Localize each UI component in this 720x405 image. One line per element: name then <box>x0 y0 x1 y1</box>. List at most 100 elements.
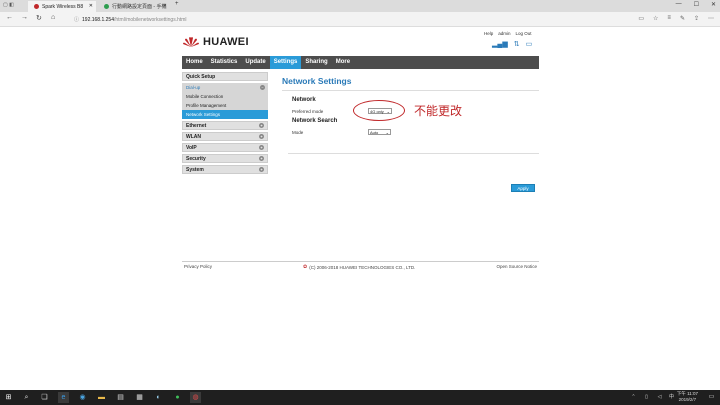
expand-icon[interactable]: + <box>259 167 264 172</box>
sidebar-label: Ethernet <box>186 123 207 129</box>
edge-browser-icon[interactable]: e <box>58 392 69 403</box>
logout-link[interactable]: Log Out <box>516 31 532 36</box>
menu-settings[interactable]: Settings <box>269 56 302 69</box>
tray-chevron-icon[interactable]: ⌃ <box>628 392 639 403</box>
window-controls: — ☐ ✕ <box>676 1 716 8</box>
expand-icon[interactable]: + <box>259 134 264 139</box>
router-page: HUAWEI Help admin Log Out ▂▄▆ ⇅ ▭ Home S… <box>0 27 720 390</box>
collapse-icon[interactable]: − <box>260 85 265 90</box>
settings-sidebar: Quick Setup Dial-up − Mobile Connection P… <box>182 72 268 176</box>
network-icon[interactable]: ▯ <box>641 392 652 403</box>
brand-name: HUAWEI <box>203 36 249 48</box>
forward-icon[interactable]: → <box>21 14 28 21</box>
favorites-list-icon[interactable]: ≡ <box>667 15 671 22</box>
chevron-down-icon: ⌄ <box>385 130 389 135</box>
huawei-flower-icon <box>183 37 199 47</box>
clock[interactable]: 下午 11:07 2019/2/7 <box>677 391 698 403</box>
select-value: Auto <box>370 130 379 135</box>
huawei-favicon-icon <box>34 4 39 9</box>
site-favicon-icon <box>104 4 109 9</box>
user-link[interactable]: admin <box>498 31 510 36</box>
menu-sharing[interactable]: Sharing <box>301 56 331 69</box>
sidebar-security[interactable]: Security + <box>182 154 268 163</box>
volume-icon[interactable]: ◁ <box>654 392 665 403</box>
sidebar-ethernet[interactable]: Ethernet + <box>182 121 268 130</box>
url-field[interactable]: ⓘ 192.168.1.254/html/mobilenetworksettin… <box>74 15 614 24</box>
menu-update[interactable]: Update <box>241 56 269 69</box>
tab-tools-icons[interactable]: ▢ ◧ <box>3 2 14 8</box>
page-title: Network Settings <box>282 76 352 86</box>
sidebar-dialup[interactable]: Dial-up − <box>182 83 268 92</box>
sidebar-label: WLAN <box>186 134 201 140</box>
signal-icon: ▂▄▆ <box>492 41 508 48</box>
huawei-small-logo-icon: ✿ <box>303 264 308 270</box>
tab-label: Spark Wireless B8 <box>42 3 84 10</box>
address-bar: ← → ↻ ⌂ ⓘ 192.168.1.254/html/mobilenetwo… <box>0 12 720 27</box>
status-icons: ▂▄▆ ⇅ ▭ <box>492 40 532 48</box>
sidebar-item-mobile-connection[interactable]: Mobile Connection <box>182 92 268 101</box>
apply-button[interactable]: Apply <box>511 184 535 192</box>
copyright-text: (C) 2006-2018 HUAWEI TECHNOLOGIES CO., L… <box>309 264 416 270</box>
help-link[interactable]: Help <box>484 31 493 36</box>
home-icon[interactable]: ⌂ <box>51 14 55 21</box>
sidebar-label: System <box>186 167 204 173</box>
minimize-icon[interactable]: — <box>676 1 682 8</box>
url-host: 192.168.1.254 <box>82 16 114 23</box>
app-icon[interactable]: ▤ <box>115 392 126 403</box>
expand-icon[interactable]: + <box>259 123 264 128</box>
search-icon[interactable]: ⌕ <box>21 392 32 403</box>
app-icon[interactable]: ▦ <box>134 392 145 403</box>
pen-icon[interactable]: ✎ <box>680 15 685 22</box>
refresh-icon[interactable]: ↻ <box>36 14 42 22</box>
notification-icon[interactable]: ▭ <box>706 392 717 403</box>
annotation-circle <box>353 100 405 121</box>
close-tab-icon[interactable]: ✕ <box>89 3 93 9</box>
new-tab-button[interactable]: + <box>175 1 179 7</box>
copyright: ✿ (C) 2006-2018 HUAWEI TECHNOLOGIES CO.,… <box>303 264 415 270</box>
privacy-policy-link[interactable]: Privacy Policy <box>184 264 212 269</box>
annotation-text: 不能更改 <box>414 104 463 118</box>
task-view-icon[interactable]: ❏ <box>39 392 50 403</box>
open-source-notice-link[interactable]: Open Source Notice <box>496 264 537 269</box>
sidebar-label: VoIP <box>186 145 197 151</box>
mode-select[interactable]: Auto ⌄ <box>368 129 391 135</box>
close-window-icon[interactable]: ✕ <box>711 1 716 8</box>
page-footer: Privacy Policy ✿ (C) 2006-2018 HUAWEI TE… <box>182 261 539 270</box>
close-tab-icon[interactable]: ✕ <box>163 3 167 9</box>
app-icon[interactable]: ◍ <box>190 392 201 403</box>
share-icon[interactable]: ⇪ <box>694 15 699 22</box>
favorite-star-icon[interactable]: ☆ <box>653 15 658 22</box>
sidebar-quick-setup[interactable]: Quick Setup <box>182 72 268 81</box>
app-icon[interactable]: ◉ <box>77 392 88 403</box>
expand-icon[interactable]: + <box>259 156 264 161</box>
reading-view-icon[interactable]: ▭ <box>638 15 644 22</box>
huawei-logo: HUAWEI <box>182 36 249 48</box>
network-settings-panel: Network Settings Network Preferred mode … <box>282 72 539 192</box>
maximize-icon[interactable]: ☐ <box>694 1 699 8</box>
browser-tab-guide[interactable]: 行動網路設定頁面 - 手機 ✕ <box>98 1 170 12</box>
menu-more[interactable]: More <box>332 56 354 69</box>
line-app-icon[interactable]: ● <box>172 392 183 403</box>
start-windows-icon[interactable]: ⊞ <box>3 392 14 403</box>
sidebar-system[interactable]: System + <box>182 165 268 174</box>
sidebar-item-profile-management[interactable]: Profile Management <box>182 101 268 110</box>
sidebar-wlan[interactable]: WLAN + <box>182 132 268 141</box>
app-icon[interactable]: ◐ <box>153 392 164 403</box>
menu-statistics[interactable]: Statistics <box>207 56 242 69</box>
top-links: Help admin Log Out <box>484 31 532 36</box>
clock-date: 2019/2/7 <box>678 397 697 402</box>
sidebar-voip[interactable]: VoIP + <box>182 143 268 152</box>
browser-tab-router[interactable]: Spark Wireless B8 ✕ <box>28 1 96 12</box>
file-explorer-icon[interactable]: ▬ <box>96 392 107 403</box>
sidebar-label: Dial-up <box>186 85 201 90</box>
monitor-icon: ▭ <box>525 41 533 48</box>
sidebar-item-network-settings[interactable]: Network Settings <box>182 110 268 119</box>
browser-tools: ▭ ☆ ≡ ✎ ⇪ ⋯ <box>638 15 714 22</box>
back-icon[interactable]: ← <box>6 14 13 21</box>
ime-icon[interactable]: 中 <box>666 392 677 403</box>
main-menu: Home Statistics Update Settings Sharing … <box>182 56 539 69</box>
expand-icon[interactable]: + <box>259 145 264 150</box>
network-search-section-title: Network Search <box>292 118 338 124</box>
menu-home[interactable]: Home <box>182 56 207 69</box>
more-icon[interactable]: ⋯ <box>708 15 714 22</box>
